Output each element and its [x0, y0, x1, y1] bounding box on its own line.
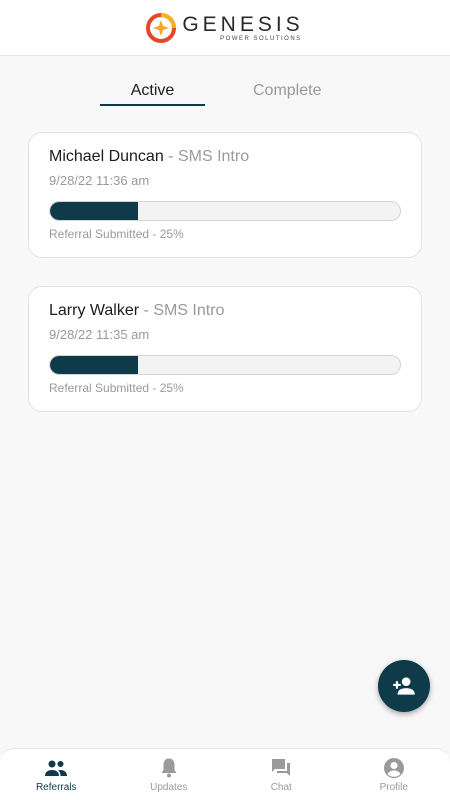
referral-status: Referral Submitted - 25% [49, 381, 184, 395]
status-tabs: Active Complete [100, 80, 350, 106]
referral-card[interactable]: Larry Walker - SMS Intro 9/28/22 11:35 a… [28, 286, 422, 412]
app-header: GENESIS POWER SOLUTIONS [0, 0, 450, 56]
referral-type: SMS Intro [177, 148, 250, 165]
referral-title: Larry Walker - SMS Intro [49, 302, 224, 320]
bottom-navigation: Referrals Updates Chat Profile [0, 748, 450, 800]
referral-title: Michael Duncan - SMS Intro [49, 148, 249, 166]
brand-name: GENESIS [182, 12, 304, 36]
nav-profile-label: Profile [379, 782, 408, 793]
people-icon [45, 760, 68, 776]
referral-date: 9/28/22 11:36 am [49, 173, 150, 188]
genesis-logo-icon [146, 12, 177, 43]
referral-progress-fill [50, 202, 138, 220]
add-referral-button[interactable] [378, 660, 430, 712]
bell-icon [161, 758, 177, 778]
brand-subtitle: POWER SOLUTIONS [220, 35, 302, 42]
tab-complete[interactable]: Complete [205, 80, 350, 106]
chat-icon [272, 759, 291, 776]
referral-name: Larry Walker [49, 302, 140, 319]
nav-profile[interactable]: Profile [338, 749, 450, 800]
referral-progress-fill [50, 356, 138, 374]
referral-progress-bar [49, 201, 401, 221]
referral-card[interactable]: Michael Duncan - SMS Intro 9/28/22 11:36… [28, 132, 422, 258]
referral-name: Michael Duncan [49, 148, 164, 165]
referral-separator: - [139, 302, 154, 319]
nav-referrals-label: Referrals [35, 782, 77, 793]
referral-date: 9/28/22 11:35 am [49, 327, 150, 342]
nav-referrals[interactable]: Referrals [0, 749, 113, 800]
genesis-logo: GENESIS POWER SOLUTIONS [146, 12, 304, 43]
referral-type: SMS Intro [153, 302, 225, 319]
referral-status: Referral Submitted - 25% [49, 227, 184, 241]
nav-chat[interactable]: Chat [225, 749, 338, 800]
referral-progress-bar [49, 355, 401, 375]
add-person-icon [393, 677, 415, 695]
tab-active[interactable]: Active [100, 80, 205, 106]
account-circle-icon [383, 758, 404, 778]
referral-separator: - [163, 148, 178, 165]
nav-chat-label: Chat [270, 782, 292, 793]
nav-updates[interactable]: Updates [113, 749, 226, 800]
nav-updates-label: Updates [150, 782, 188, 793]
